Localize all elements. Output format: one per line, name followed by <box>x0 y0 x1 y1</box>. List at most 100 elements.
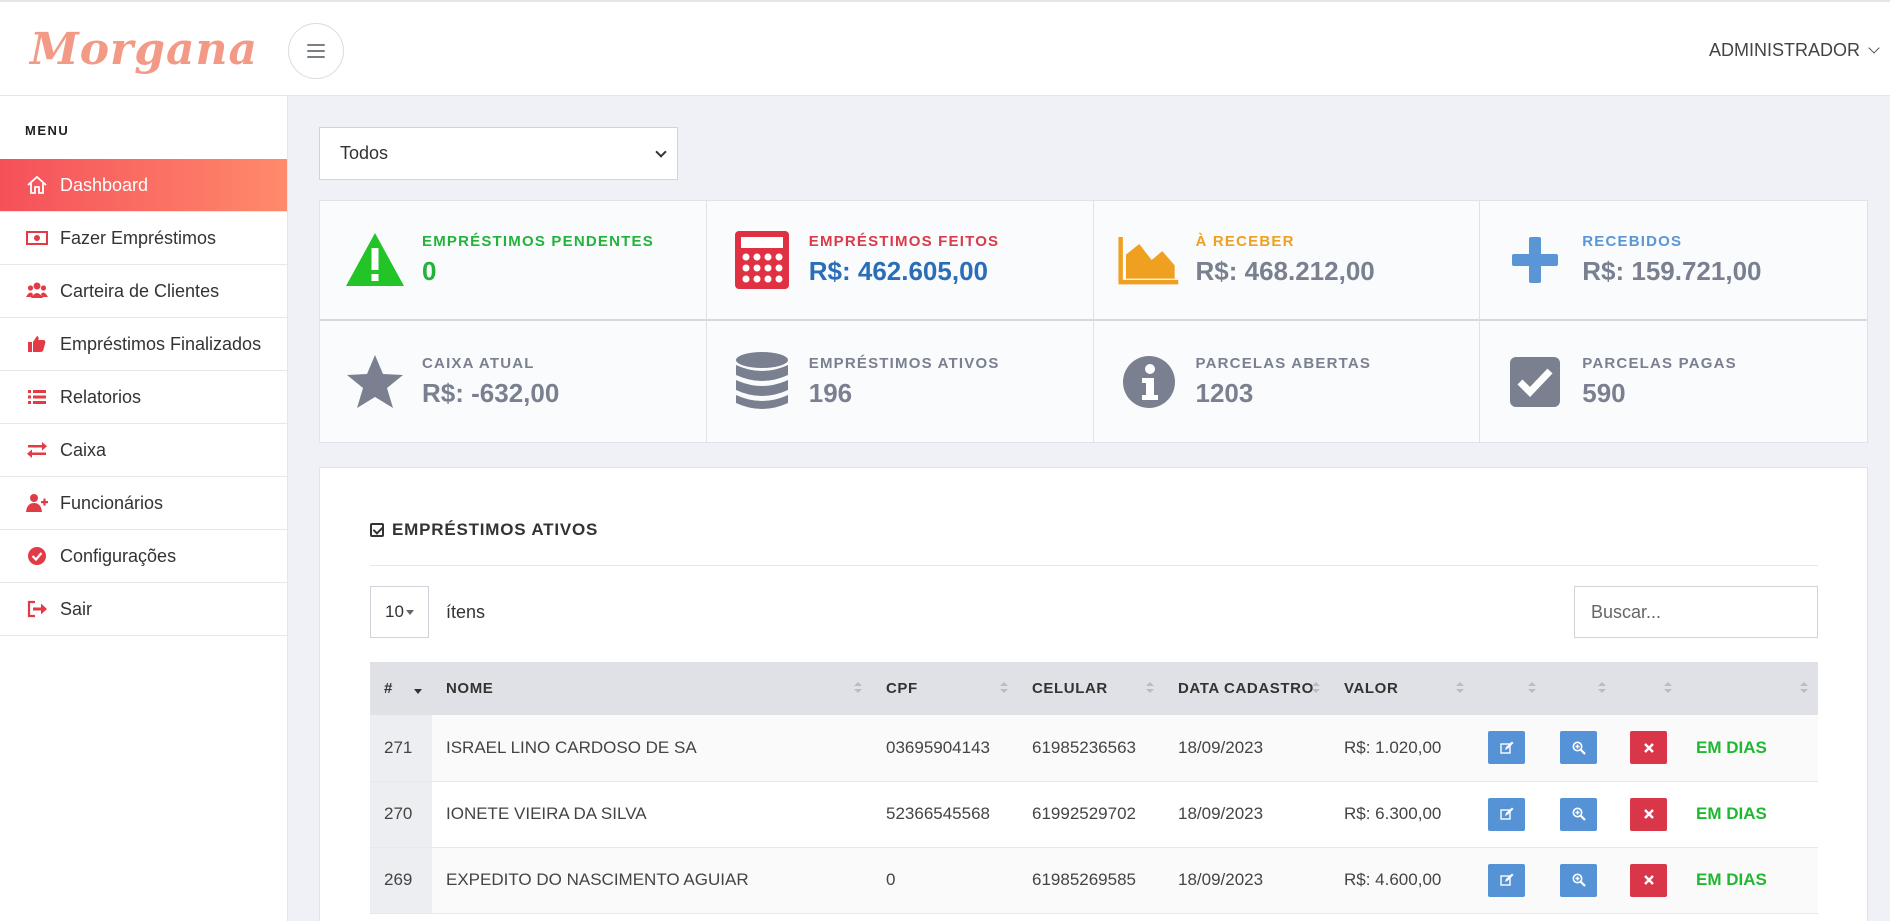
money-bill-icon <box>26 227 48 249</box>
stat-value: 0 <box>422 256 437 286</box>
sidebar-item-label: Fazer Empréstimos <box>60 227 217 248</box>
hamburger-icon <box>307 44 325 58</box>
sidebar-item-configuracoes[interactable]: Configurações <box>0 530 287 583</box>
sort-icon <box>1598 682 1606 696</box>
column-header-data-cadastro[interactable]: DATA CADASTRO <box>1164 662 1330 715</box>
stat-parcelas-abertas: PARCELAS ABERTAS 1203 <box>1094 321 1481 442</box>
sort-icon <box>1456 682 1464 696</box>
column-header-cpf[interactable]: CPF <box>872 662 1018 715</box>
cell-edit <box>1474 715 1546 782</box>
stat-label: CAIXA ATUAL <box>422 354 535 372</box>
sidebar-item-label: Caixa <box>60 439 107 460</box>
column-header-celular[interactable]: CELULAR <box>1018 662 1164 715</box>
column-header-status[interactable] <box>1682 662 1818 715</box>
zoom-in-icon <box>1572 741 1586 755</box>
cell-nome: ISRAEL LINO CARDOSO DE SA <box>432 715 872 782</box>
home-icon <box>26 174 48 196</box>
cell-celular: 61992529702 <box>1018 781 1164 848</box>
stat-value: R$: -632,00 <box>422 377 560 408</box>
cell-id: 271 <box>370 715 432 782</box>
check-circle-icon <box>26 545 48 567</box>
sort-icon <box>854 682 862 696</box>
column-header-id[interactable]: # <box>370 662 432 715</box>
column-header-edit[interactable] <box>1474 662 1546 715</box>
cell-status: EM DIAS <box>1682 715 1818 782</box>
stat-label: EMPRÉSTIMOS FEITOS <box>808 233 1000 250</box>
cell-cpf: 03695904143 <box>872 715 1018 782</box>
edit-button[interactable] <box>1488 797 1525 831</box>
cell-view <box>1546 715 1616 782</box>
menu-toggle-button[interactable] <box>288 23 344 79</box>
divider <box>370 565 1818 566</box>
zoom-in-icon <box>1572 873 1586 887</box>
stat-emprestimos-pendentes: EMPRÉSTIMOS PENDENTES 0 <box>320 201 707 321</box>
panel-title: EMPRÉSTIMOS ATIVOS <box>370 520 598 540</box>
sidebar-item-dashboard[interactable]: Dashboard <box>0 159 287 212</box>
user-plus-icon <box>26 492 48 514</box>
cell-delete <box>1616 781 1682 848</box>
edit-button[interactable] <box>1488 863 1525 897</box>
sidebar-item-caixa[interactable]: Caixa <box>0 424 287 477</box>
sidebar-item-label: Dashboard <box>60 174 149 195</box>
cell-nome: IONETE VIEIRA DA SILVA <box>432 781 872 848</box>
users-icon <box>26 280 48 302</box>
top-header: Morgana ADMINISTRADOR <box>0 0 1890 96</box>
close-icon <box>1643 809 1654 819</box>
chevron-down-icon <box>1868 42 1880 54</box>
user-menu[interactable]: ADMINISTRADOR <box>1708 40 1880 61</box>
area-chart-icon <box>1117 229 1180 291</box>
user-menu-label: ADMINISTRADOR <box>1708 40 1860 60</box>
cell-cpf: 0 <box>872 847 1018 914</box>
sort-icon <box>1312 682 1320 696</box>
sort-icon <box>1800 682 1808 696</box>
delete-button[interactable] <box>1630 797 1667 831</box>
cell-edit <box>1474 847 1546 914</box>
close-icon <box>1643 742 1654 753</box>
column-header-delete[interactable] <box>1616 662 1682 715</box>
status-badge: EM DIAS <box>1696 870 1767 889</box>
stat-label: PARCELAS ABERTAS <box>1195 354 1372 372</box>
column-header-nome[interactable]: NOME <box>432 662 872 715</box>
panel-title-text: EMPRÉSTIMOS ATIVOS <box>392 520 599 539</box>
view-button[interactable] <box>1560 731 1597 765</box>
edit-button[interactable] <box>1488 731 1525 765</box>
sidebar-item-funcionarios[interactable]: Funcionários <box>0 477 287 530</box>
delete-button[interactable] <box>1630 731 1667 765</box>
close-icon <box>1643 875 1654 885</box>
cell-view <box>1546 781 1616 848</box>
sidebar-item-label: Empréstimos Finalizados <box>60 333 262 354</box>
cell-status: EM DIAS <box>1682 781 1818 848</box>
delete-button[interactable] <box>1630 863 1667 897</box>
sidebar-item-carteira-clientes[interactable]: Carteira de Clientes <box>0 265 287 318</box>
column-header-valor[interactable]: VALOR <box>1330 662 1474 715</box>
cell-cpf: 52366545568 <box>872 781 1018 848</box>
loans-table: # NOME CPF CELULAR DATA CADASTRO VALOR 2… <box>370 662 1818 914</box>
caret-down-icon <box>405 609 414 615</box>
sidebar-item-fazer-emprestimos[interactable]: Fazer Empréstimos <box>0 212 287 265</box>
sidebar-item-sair[interactable]: Sair <box>0 583 287 636</box>
stat-label: À RECEBER <box>1195 233 1295 250</box>
table-row: 270 IONETE VIEIRA DA SILVA 52366545568 6… <box>370 781 1818 848</box>
sidebar-item-label: Relatorios <box>60 386 142 407</box>
view-button[interactable] <box>1560 863 1597 897</box>
per-page-select[interactable]: 10 <box>370 586 429 638</box>
table-header-row: # NOME CPF CELULAR DATA CADASTRO VALOR <box>370 662 1818 715</box>
column-header-view[interactable] <box>1546 662 1616 715</box>
stat-value: R$: 462.605,00 <box>808 256 988 286</box>
sidebar-item-relatorios[interactable]: Relatorios <box>0 371 287 424</box>
sidebar-item-label: Configurações <box>60 545 177 566</box>
view-button[interactable] <box>1560 797 1597 831</box>
stat-emprestimos-ativos: EMPRÉSTIMOS ATIVOS 196 <box>707 321 1094 442</box>
cell-celular: 61985236563 <box>1018 715 1164 782</box>
stat-label: PARCELAS PAGAS <box>1582 354 1737 372</box>
stat-value: 590 <box>1582 377 1626 408</box>
cell-edit <box>1474 781 1546 848</box>
filter-select[interactable]: Todos <box>319 127 678 180</box>
check-square-icon <box>1504 351 1566 413</box>
sidebar-item-emprestimos-finalizados[interactable]: Empréstimos Finalizados <box>0 318 287 371</box>
stat-emprestimos-feitos: EMPRÉSTIMOS FEITOS R$: 462.605,00 <box>706 201 1094 321</box>
chevron-down-icon <box>655 145 667 158</box>
search-input[interactable] <box>1574 586 1818 638</box>
per-page-value: 10 <box>385 602 404 621</box>
cell-celular: 61985269585 <box>1018 847 1164 914</box>
